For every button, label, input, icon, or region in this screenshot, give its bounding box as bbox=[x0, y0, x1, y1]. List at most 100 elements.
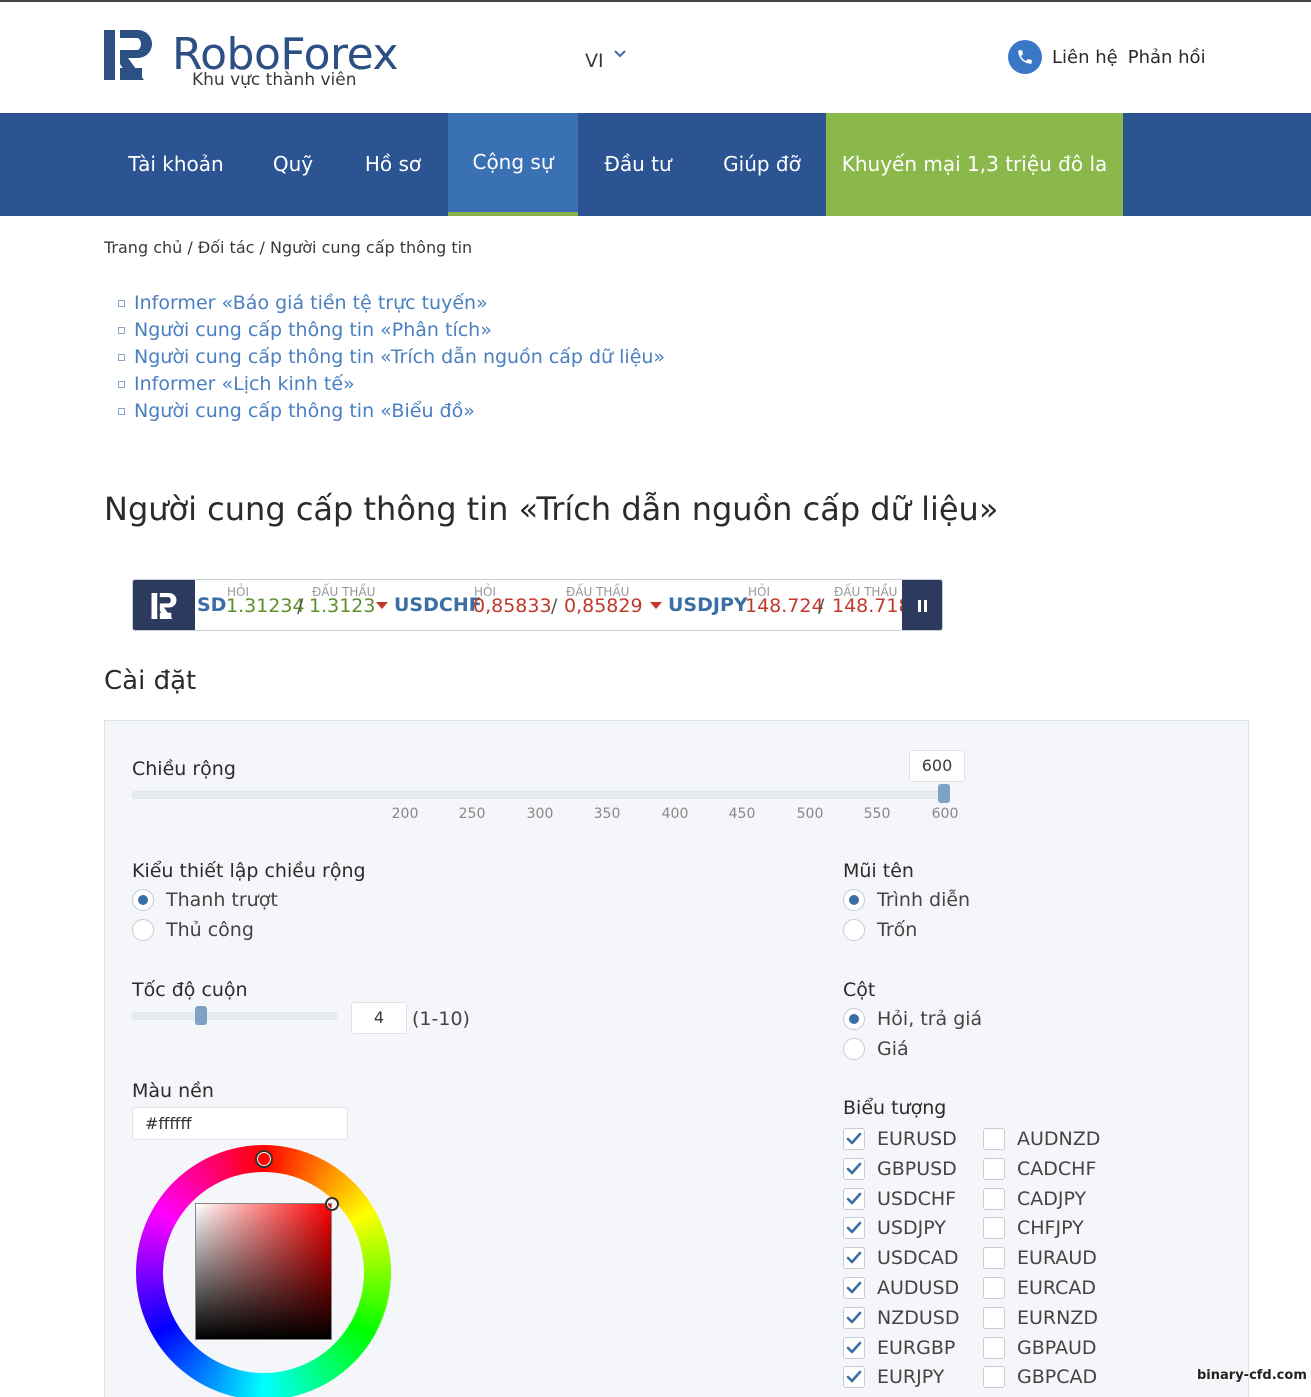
ticker-logo-icon[interactable] bbox=[133, 580, 195, 630]
width-tick: 300 bbox=[526, 806, 554, 822]
radio-columns-askbid[interactable]: Hỏi, trả giá bbox=[843, 1008, 982, 1030]
nav-item-help[interactable]: Giúp đỡ bbox=[698, 113, 826, 216]
checkbox-icon[interactable] bbox=[983, 1277, 1005, 1299]
scroll-speed-slider-handle[interactable] bbox=[195, 1006, 207, 1025]
square-bullet-icon bbox=[118, 300, 125, 307]
checkbox-icon[interactable] bbox=[983, 1157, 1005, 1180]
symbol-checkbox[interactable]: EURCAD bbox=[983, 1275, 1096, 1301]
informer-link[interactable]: Informer «Lịch kinh tế» bbox=[118, 371, 665, 398]
saturation-value-square[interactable] bbox=[195, 1203, 332, 1340]
radio-arrows-show[interactable]: Trình diễn bbox=[843, 889, 970, 911]
checkbox-checked-icon[interactable] bbox=[843, 1128, 865, 1150]
nav-item-accounts[interactable]: Tài khoản bbox=[104, 113, 248, 216]
radio-label: Thanh trượt bbox=[166, 889, 278, 911]
informer-link-label[interactable]: Informer «Lịch kinh tế» bbox=[134, 371, 355, 398]
symbol-checkbox[interactable]: EURNZD bbox=[983, 1305, 1098, 1331]
language-selector[interactable]: VI bbox=[585, 50, 626, 72]
symbol-checkbox[interactable]: CHFJPY bbox=[983, 1215, 1084, 1241]
informer-link-label[interactable]: Người cung cấp thông tin «Biểu đồ» bbox=[134, 398, 475, 425]
color-marker[interactable] bbox=[325, 1197, 339, 1211]
width-tick: 550 bbox=[863, 806, 891, 822]
scroll-speed-input[interactable]: 4 bbox=[351, 1002, 407, 1034]
checkbox-icon[interactable] bbox=[983, 1336, 1005, 1359]
informer-link[interactable]: Người cung cấp thông tin «Trích dẫn nguồ… bbox=[118, 344, 665, 371]
checkbox-checked-icon[interactable] bbox=[843, 1336, 865, 1359]
checkbox-icon[interactable] bbox=[983, 1187, 1005, 1210]
informer-link-label[interactable]: Informer «Báo giá tiền tệ trực tuyến» bbox=[134, 290, 488, 317]
radio-dot[interactable] bbox=[843, 1038, 865, 1060]
ask-value: 1.31234 bbox=[226, 595, 305, 617]
breadcrumb[interactable]: Trang chủ / Đối tác / Người cung cấp thô… bbox=[104, 238, 472, 257]
width-slider-track[interactable] bbox=[132, 791, 950, 799]
radio-width-slider[interactable]: Thanh trượt bbox=[132, 889, 278, 911]
radio-label: Trốn bbox=[877, 919, 918, 941]
symbol-checkbox[interactable]: CADCHF bbox=[983, 1156, 1096, 1182]
nav-item-profile[interactable]: Hồ sơ bbox=[338, 113, 448, 216]
roboforex-logo-icon[interactable] bbox=[104, 30, 152, 80]
symbol-label: EURCAD bbox=[1017, 1277, 1097, 1299]
radio-width-manual[interactable]: Thủ công bbox=[132, 919, 254, 941]
symbol-checkbox[interactable]: CADJPY bbox=[983, 1186, 1086, 1212]
radio-dot[interactable] bbox=[843, 889, 865, 911]
radio-label: Hỏi, trả giá bbox=[877, 1008, 983, 1030]
informer-link[interactable]: Người cung cấp thông tin «Biểu đồ» bbox=[118, 398, 665, 425]
checkbox-checked-icon[interactable] bbox=[843, 1187, 865, 1210]
radio-dot[interactable] bbox=[132, 919, 154, 941]
symbol-checkbox[interactable]: GBPCAD bbox=[983, 1364, 1097, 1390]
radio-arrows-hide[interactable]: Trốn bbox=[843, 919, 917, 941]
bid-value: 0,85829 bbox=[564, 595, 643, 617]
symbol-checkbox[interactable]: EURAUD bbox=[983, 1245, 1097, 1271]
checkbox-checked-icon[interactable] bbox=[843, 1217, 865, 1240]
hue-marker[interactable] bbox=[255, 1150, 273, 1168]
informer-link-label[interactable]: Người cung cấp thông tin «Trích dẫn nguồ… bbox=[134, 344, 665, 371]
scroll-speed-slider-track[interactable] bbox=[132, 1012, 337, 1020]
symbol-checkbox[interactable]: EURJPY bbox=[843, 1364, 944, 1390]
width-value-box[interactable]: 600 bbox=[909, 750, 965, 782]
checkbox-icon[interactable] bbox=[983, 1247, 1005, 1270]
square-bullet-icon bbox=[118, 327, 125, 334]
symbol-label: CHFJPY bbox=[1017, 1217, 1084, 1240]
informer-link[interactable]: Informer «Báo giá tiền tệ trực tuyến» bbox=[118, 290, 665, 317]
width-tick: 350 bbox=[593, 806, 621, 822]
checkbox-icon[interactable] bbox=[983, 1366, 1005, 1389]
phone-icon[interactable] bbox=[1008, 40, 1042, 74]
checkbox-icon[interactable] bbox=[983, 1306, 1005, 1329]
feedback-link[interactable]: Phản hồi bbox=[1128, 47, 1206, 68]
ask-value: 0,85833 bbox=[473, 595, 552, 617]
nav-item-invest[interactable]: Đầu tư bbox=[578, 113, 698, 216]
checkbox-checked-icon[interactable] bbox=[843, 1247, 865, 1270]
symbol-checkbox[interactable]: NZDUSD bbox=[843, 1305, 959, 1331]
checkbox-checked-icon[interactable] bbox=[843, 1306, 865, 1329]
symbol-checkbox[interactable]: GBPUSD bbox=[843, 1156, 957, 1182]
symbol-checkbox[interactable]: USDCAD bbox=[843, 1245, 959, 1271]
checkbox-checked-icon[interactable] bbox=[843, 1366, 865, 1389]
checkbox-icon[interactable] bbox=[983, 1128, 1005, 1150]
width-slider-handle[interactable] bbox=[938, 784, 950, 803]
nav-item-partners[interactable]: Cộng sự bbox=[448, 113, 578, 216]
symbol-checkbox[interactable]: GBPAUD bbox=[983, 1335, 1097, 1361]
width-label: Chiều rộng bbox=[132, 758, 236, 780]
pause-icon[interactable] bbox=[902, 580, 942, 630]
background-color-input[interactable]: #ffffff bbox=[132, 1107, 348, 1140]
symbol-checkbox[interactable]: USDCHF bbox=[843, 1186, 956, 1212]
symbol-checkbox[interactable]: EURUSD bbox=[843, 1126, 957, 1152]
nav-item-promo[interactable]: Khuyến mại 1,3 triệu đô la bbox=[826, 113, 1123, 216]
symbol-checkbox[interactable]: AUDNZD bbox=[983, 1126, 1100, 1152]
radio-dot[interactable] bbox=[843, 1008, 865, 1030]
checkbox-checked-icon[interactable] bbox=[843, 1157, 865, 1180]
nav-item-funds[interactable]: Quỹ bbox=[248, 113, 338, 216]
radio-dot[interactable] bbox=[843, 919, 865, 941]
checkbox-checked-icon[interactable] bbox=[843, 1277, 865, 1299]
radio-columns-price[interactable]: Giá bbox=[843, 1038, 909, 1060]
symbol-checkbox[interactable]: AUDUSD bbox=[843, 1275, 959, 1301]
informer-link[interactable]: Người cung cấp thông tin «Phân tích» bbox=[118, 317, 665, 344]
symbol-checkbox[interactable]: EURGBP bbox=[843, 1335, 955, 1361]
symbol-checkbox[interactable]: USDJPY bbox=[843, 1215, 946, 1241]
informer-links: Informer «Báo giá tiền tệ trực tuyến» Ng… bbox=[118, 290, 665, 425]
ticker-quote: USDCHF HỎI 0,85833 / ĐẤU THẦU 0,85829 bbox=[394, 580, 670, 630]
checkbox-icon[interactable] bbox=[983, 1217, 1005, 1240]
radio-dot[interactable] bbox=[132, 889, 154, 911]
quote-separator: / bbox=[551, 595, 558, 617]
informer-link-label[interactable]: Người cung cấp thông tin «Phân tích» bbox=[134, 317, 492, 344]
contact-link[interactable]: Liên hệ bbox=[1052, 47, 1118, 68]
